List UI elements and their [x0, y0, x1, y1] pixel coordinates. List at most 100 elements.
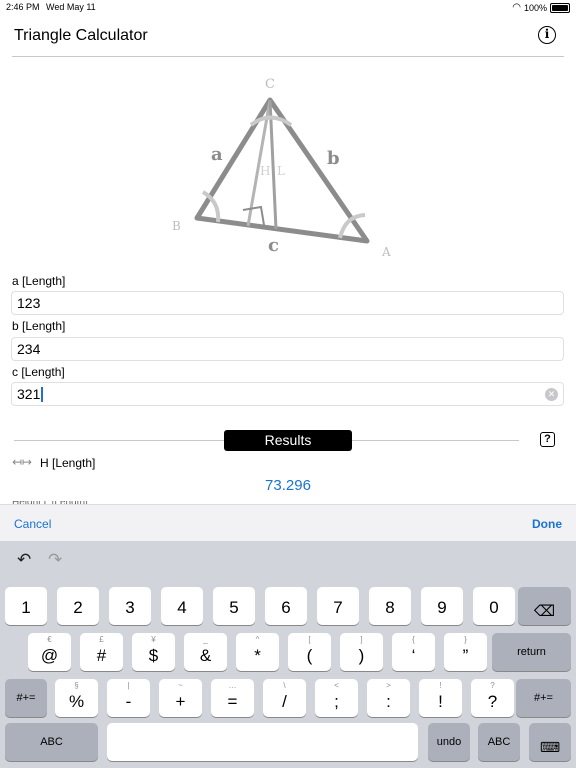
key-main-label: (	[306, 646, 313, 665]
key-row2-8[interactable]: }”	[444, 633, 487, 671]
input-c-label: c [Length]	[12, 365, 65, 379]
space-key[interactable]	[107, 723, 418, 761]
key-main-label: #	[96, 646, 107, 665]
symbols-key-left[interactable]: #+=	[5, 679, 47, 717]
symbols-key-right[interactable]: #+=	[516, 679, 571, 717]
key-row1-1[interactable]: 2	[57, 587, 99, 625]
key-alt-label: {	[412, 635, 415, 644]
key-row3-6[interactable]: >:	[367, 679, 410, 717]
vertex-a-label: A	[381, 245, 391, 259]
key-row1-5[interactable]: 6	[265, 587, 307, 625]
keyboard-dismiss-icon: ⌨	[539, 739, 561, 755]
undo-arrow-icon[interactable]: ↶	[17, 550, 31, 570]
redo-arrow-icon[interactable]: ↷	[48, 550, 62, 570]
key-main-label: )	[358, 646, 365, 665]
key-row1-9[interactable]: 0	[473, 587, 515, 625]
keyboard-dismiss-key[interactable]: ⌨	[529, 723, 571, 761]
input-a-label: a [Length]	[12, 274, 66, 288]
abc-key-left[interactable]: ABC	[5, 723, 98, 761]
key-alt-label: !	[439, 681, 442, 690]
key-row2-0[interactable]: € @	[28, 633, 71, 671]
key-row2-3[interactable]: _ &	[184, 633, 227, 671]
key-row2-7[interactable]: {‘	[392, 633, 435, 671]
key-row3-8[interactable]: ??	[471, 679, 514, 717]
cancel-button[interactable]: Cancel	[14, 517, 51, 531]
key-main-label: 6	[281, 598, 291, 617]
key-alt-label: §	[74, 681, 79, 690]
key-row1-2[interactable]: 3	[109, 587, 151, 625]
done-button[interactable]: Done	[532, 517, 562, 531]
header-divider	[12, 56, 564, 57]
key-row1-8[interactable]: 9	[421, 587, 463, 625]
key-row1-6[interactable]: 7	[317, 587, 359, 625]
key-row2-1[interactable]: £ #	[80, 633, 123, 671]
key-alt-label: €	[47, 635, 52, 644]
delete-key[interactable]: ⌫	[518, 587, 571, 625]
triangle-diagram: C B A a b c H L	[172, 77, 391, 259]
key-main-label: ‘	[411, 646, 416, 665]
key-row3-1[interactable]: | -	[107, 679, 150, 717]
help-button[interactable]: ?	[540, 432, 555, 447]
key-row1-4[interactable]: 5	[213, 587, 255, 625]
input-b-value: 234	[17, 341, 41, 357]
key-row1-3[interactable]: 4	[161, 587, 203, 625]
key-alt-label: ]	[360, 635, 363, 644]
vertex-c-label: C	[265, 77, 275, 92]
key-main-label: 2	[73, 598, 83, 617]
key-alt-label: £	[99, 635, 104, 644]
key-main-label: !	[438, 692, 443, 711]
text-caret	[41, 387, 43, 402]
input-c-field[interactable]: 321 ✕	[11, 382, 564, 406]
key-main-label: ”	[462, 646, 469, 665]
key-row3-2[interactable]: ~ +	[159, 679, 202, 717]
input-b-field[interactable]: 234	[11, 337, 564, 361]
key-row3-7[interactable]: !!	[419, 679, 462, 717]
key-row2-5[interactable]: [(	[288, 633, 331, 671]
key-main-label: :	[386, 692, 391, 711]
result-h-label: H [Length]	[40, 456, 96, 470]
key-row2-4[interactable]: ^ *	[236, 633, 279, 671]
key-main-label: 0	[489, 598, 499, 617]
key-alt-label: \	[283, 681, 286, 690]
key-main-label: 5	[229, 598, 239, 617]
backspace-icon: ⌫	[533, 603, 556, 620]
abc-key-right[interactable]: ABC	[478, 723, 520, 761]
key-main-label: @	[40, 646, 59, 665]
width-arrow-icon: ↤↦	[12, 455, 33, 469]
info-circle-icon[interactable]: i	[538, 26, 556, 44]
keyboard: ↶ ↷ 1234567890 € @ £ # ¥ $ _ & ^ *[(]){‘}” §% | - ~ +…	[0, 541, 576, 768]
key-main-label: $	[148, 646, 159, 665]
key-alt-label: ~	[178, 681, 183, 690]
key-row1-0[interactable]: 1	[5, 587, 47, 625]
key-alt-label: …	[228, 681, 237, 690]
key-alt-label: _	[203, 635, 208, 644]
key-main-label: 3	[125, 598, 135, 617]
key-alt-label: ^	[255, 635, 260, 644]
key-row3-5[interactable]: <;	[315, 679, 358, 717]
key-alt-label: <	[334, 681, 339, 690]
key-main-label: ?	[487, 692, 498, 711]
status-date: Wed May 11	[46, 2, 96, 12]
status-right: ◠ 100%	[512, 2, 570, 13]
key-row3-0[interactable]: §%	[55, 679, 98, 717]
key-alt-label: >	[386, 681, 391, 690]
key-row3-3[interactable]: … =	[211, 679, 254, 717]
return-key[interactable]: return	[492, 633, 571, 671]
result-h-value: 73.296	[265, 477, 311, 494]
undo-key[interactable]: undo	[428, 723, 470, 761]
wifi-icon: ◠	[512, 2, 521, 13]
clear-icon[interactable]: ✕	[545, 388, 558, 401]
key-row2-6[interactable]: ])	[340, 633, 383, 671]
key-alt-label: |	[127, 681, 130, 690]
key-alt-label: ?	[490, 681, 495, 690]
key-row3-4[interactable]: \ /	[263, 679, 306, 717]
key-alt-label: }	[464, 635, 467, 644]
key-main-label: *	[254, 646, 261, 665]
key-row2-2[interactable]: ¥ $	[132, 633, 175, 671]
key-main-label: %	[68, 692, 85, 711]
side-c-label: c	[268, 235, 279, 256]
input-a-field[interactable]: 123	[11, 291, 564, 315]
key-row1-7[interactable]: 8	[369, 587, 411, 625]
key-main-label: 4	[177, 598, 187, 617]
results-header: Results	[224, 430, 352, 451]
